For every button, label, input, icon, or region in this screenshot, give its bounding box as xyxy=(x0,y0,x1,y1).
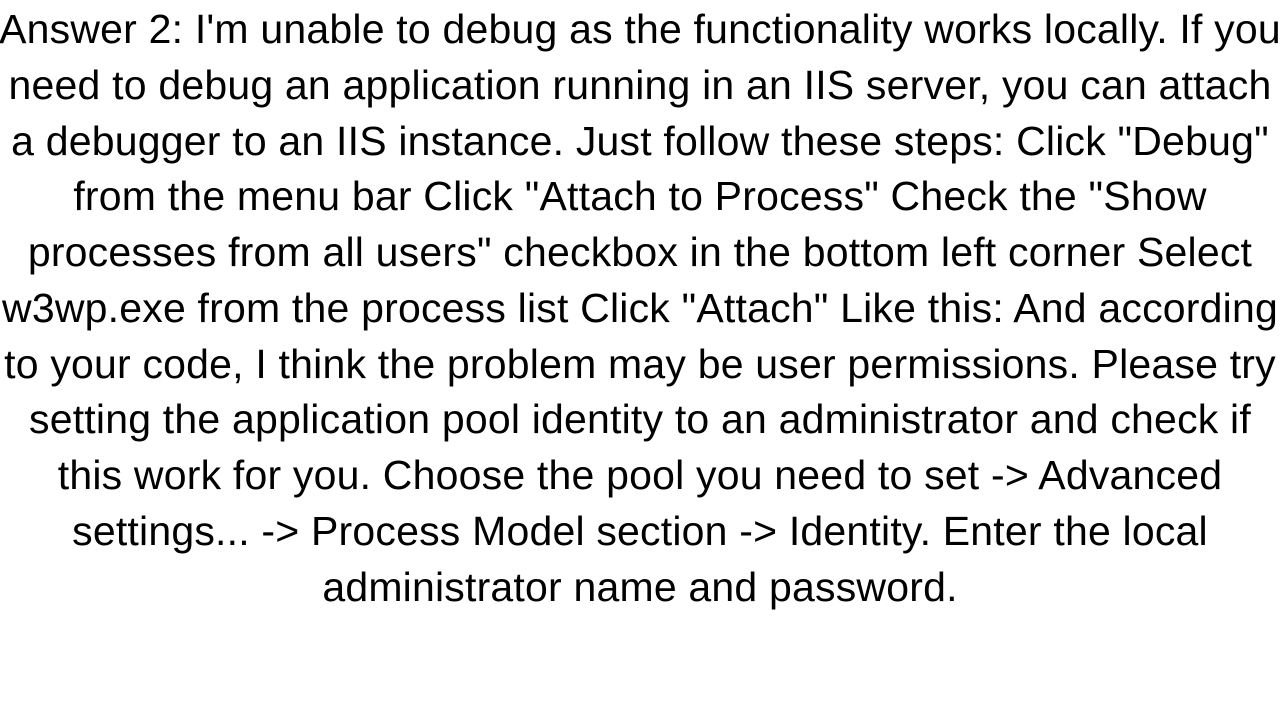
answer-label: Answer 2: xyxy=(0,6,183,52)
answer-body: I'm unable to debug as the functionality… xyxy=(2,6,1280,610)
answer-text-block: Answer 2: I'm unable to debug as the fun… xyxy=(0,0,1280,615)
